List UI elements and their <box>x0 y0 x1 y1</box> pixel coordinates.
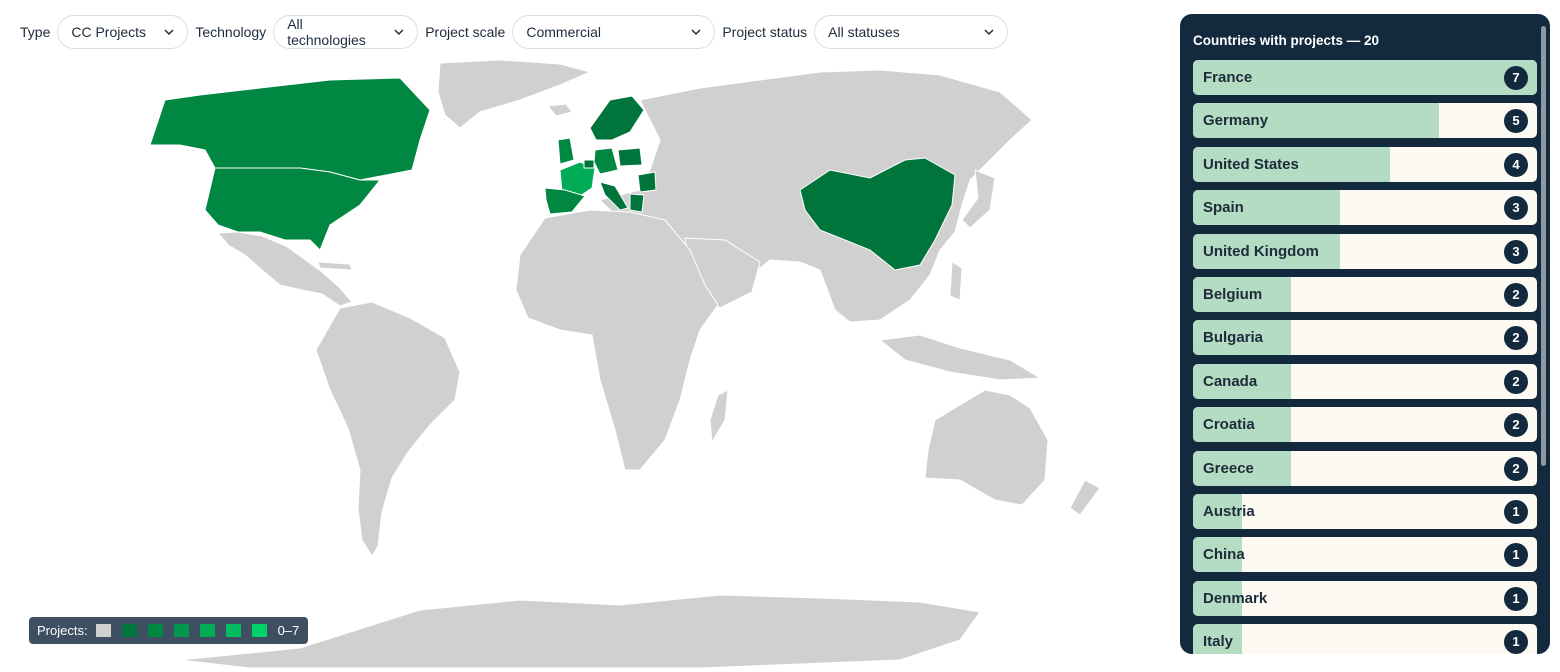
philippines[interactable] <box>949 261 963 301</box>
legend-label: Projects: <box>37 623 88 638</box>
country-scandinavia[interactable] <box>589 95 645 141</box>
type-select-value: CC Projects <box>71 24 147 40</box>
country-row[interactable]: United Kingdom 3 <box>1193 233 1537 269</box>
map-legend: Projects: 0–7 <box>29 617 309 644</box>
country-count-badge: 7 <box>1504 66 1528 90</box>
country-name: Italy <box>1203 633 1234 651</box>
chevron-down-icon <box>164 29 174 36</box>
project-status-select-value: All statuses <box>828 24 900 40</box>
chevron-down-icon <box>984 29 994 36</box>
country-count-badge: 2 <box>1504 369 1528 394</box>
legend-swatch-2 <box>147 624 163 637</box>
country-name: Belgium <box>1203 285 1263 303</box>
country-name: United States <box>1203 155 1299 173</box>
country-name: Germany <box>1203 112 1269 130</box>
country-belgium[interactable] <box>583 159 595 169</box>
country-name: France <box>1203 69 1253 86</box>
indonesia[interactable] <box>878 334 1042 381</box>
country-row[interactable]: Denmark 1 <box>1193 580 1537 616</box>
project-status-select[interactable]: All statuses <box>814 15 1009 49</box>
filter-bar: Type CC Projects Technology All technolo… <box>20 14 1015 50</box>
panel-title: Countries with projects — 20 <box>1193 33 1380 48</box>
country-row[interactable]: Germany 5 <box>1193 103 1537 139</box>
country-count-badge: 1 <box>1504 499 1528 524</box>
chevron-down-icon <box>394 29 404 36</box>
country-count-badge: 1 <box>1504 630 1528 654</box>
project-scale-select[interactable]: Commercial <box>512 15 716 49</box>
technology-label: Technology <box>195 24 267 40</box>
country-name: Greece <box>1203 459 1254 477</box>
south-america[interactable] <box>315 301 461 557</box>
country-bulgaria[interactable] <box>637 171 657 193</box>
country-name: Austria <box>1203 502 1255 520</box>
country-greece[interactable] <box>629 193 645 213</box>
country-name: United Kingdom <box>1203 242 1319 260</box>
legend-swatch-5 <box>225 624 241 637</box>
country-row[interactable]: Canada 2 <box>1193 363 1537 399</box>
legend-swatch-3 <box>173 624 189 637</box>
country-count-badge: 2 <box>1504 413 1528 438</box>
country-count-badge: 2 <box>1504 456 1528 481</box>
legend-swatch-4 <box>199 624 215 637</box>
technology-select[interactable]: All technologies <box>273 15 419 49</box>
type-label: Type <box>20 24 51 40</box>
legend-range: 0–7 <box>277 623 300 638</box>
technology-select-value: All technologies <box>287 16 366 48</box>
new-zealand[interactable] <box>1069 479 1101 516</box>
country-name: Bulgaria <box>1203 329 1264 347</box>
country-row[interactable]: Croatia 2 <box>1193 407 1537 443</box>
country-row[interactable]: United States 4 <box>1193 146 1537 182</box>
country-row[interactable]: Spain 3 <box>1193 190 1537 226</box>
country-count-badge: 4 <box>1504 152 1528 177</box>
country-count-badge: 2 <box>1504 326 1528 351</box>
country-germany[interactable] <box>593 147 619 175</box>
world-map <box>149 59 1101 669</box>
country-count-badge: 2 <box>1504 282 1528 307</box>
country-row[interactable]: China 1 <box>1193 537 1537 573</box>
country-row[interactable]: Italy 1 <box>1193 624 1537 654</box>
caribbean[interactable] <box>317 261 353 271</box>
country-row[interactable]: Austria 1 <box>1193 493 1537 529</box>
country-name: China <box>1203 546 1245 564</box>
country-row[interactable]: Greece 2 <box>1193 450 1537 486</box>
iceland[interactable] <box>547 103 573 117</box>
country-row[interactable]: France 7 <box>1193 60 1537 95</box>
legend-swatch-6 <box>251 624 267 637</box>
project-status-label: Project status <box>722 24 808 40</box>
legend-swatch-1 <box>121 624 137 637</box>
legend-swatch-0 <box>95 624 111 637</box>
country-united-kingdom[interactable] <box>557 137 575 165</box>
country-name: Canada <box>1203 372 1258 390</box>
country-canada[interactable] <box>149 77 431 181</box>
australia[interactable] <box>924 389 1049 506</box>
type-select[interactable]: CC Projects <box>57 15 189 49</box>
africa[interactable] <box>515 209 719 471</box>
country-count-badge: 3 <box>1504 239 1528 264</box>
country-name: Denmark <box>1203 589 1268 607</box>
country-count-badge: 1 <box>1504 586 1528 611</box>
country-name: Spain <box>1203 199 1244 217</box>
country-list: France 7 Germany 5 United States 4 Spain 3 Unite… <box>1193 60 1537 654</box>
country-poland-area[interactable] <box>617 147 643 167</box>
country-row[interactable]: Belgium 2 <box>1193 276 1537 312</box>
country-count-badge: 1 <box>1504 543 1528 568</box>
project-scale-label: Project scale <box>425 24 506 40</box>
country-count-badge: 3 <box>1504 196 1528 221</box>
scrollbar[interactable] <box>1541 26 1546 466</box>
country-count-badge: 5 <box>1504 109 1528 134</box>
country-name: Croatia <box>1203 416 1255 434</box>
country-row[interactable]: Bulgaria 2 <box>1193 320 1537 356</box>
project-scale-select-value: Commercial <box>526 24 602 40</box>
chevron-down-icon <box>691 29 701 36</box>
madagascar[interactable] <box>709 389 729 444</box>
countries-panel: Countries with projects — 20 France 7 Germ… <box>1180 14 1550 654</box>
greenland[interactable] <box>437 59 592 129</box>
